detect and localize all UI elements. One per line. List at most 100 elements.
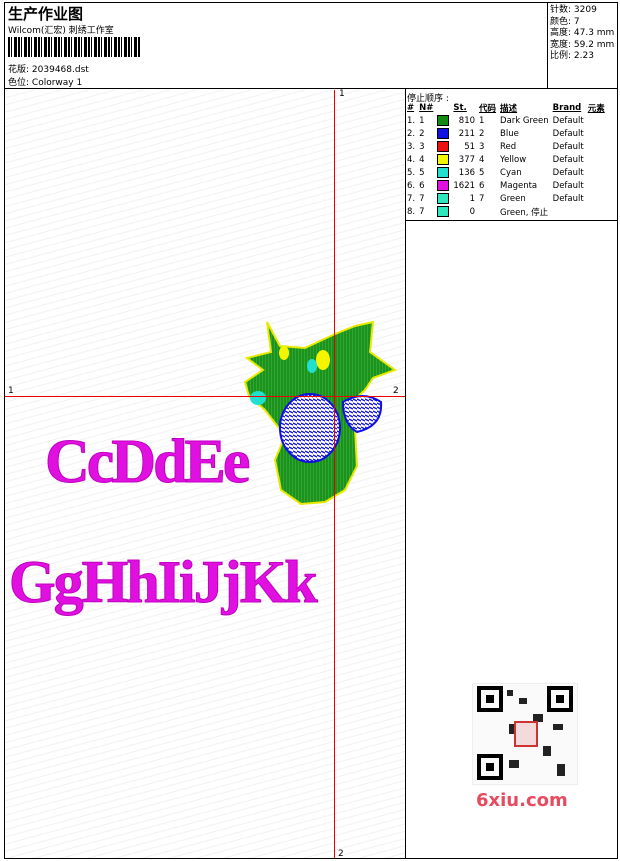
col-st: St. xyxy=(453,102,467,113)
row-code: 3 xyxy=(479,141,485,152)
row-description: Cyan xyxy=(500,167,522,178)
row-code xyxy=(477,205,498,218)
row-needle: 7 xyxy=(419,206,425,217)
colorway-label: 色位: xyxy=(8,78,30,88)
row-code: 4 xyxy=(479,154,485,165)
row-brand: Default xyxy=(552,128,584,139)
row-stitches: 1621 xyxy=(453,180,476,191)
row-description: Green, 停止 xyxy=(500,207,549,218)
row-swatch xyxy=(435,114,451,127)
row-description: Blue xyxy=(500,128,519,139)
page-title: 生产作业图 xyxy=(8,5,84,23)
table-row: 1. 1 810 1 Dark Green Default xyxy=(405,114,607,127)
marker-right: 2 xyxy=(393,386,399,396)
watermark-logo: 6xiu.com xyxy=(476,790,568,811)
color-swatch xyxy=(437,167,450,178)
letters-line-2: GgHhIiJjKk xyxy=(9,549,318,615)
row-stitches: 810 xyxy=(458,115,476,126)
color-swatch xyxy=(437,128,450,139)
row-code: 5 xyxy=(479,167,485,178)
row-swatch xyxy=(435,192,451,205)
stop-order-table: # N# St. 代码 描述 Brand 元素 1. 1 810 1 Dark Gree… xyxy=(405,101,607,218)
color-swatch xyxy=(437,206,450,217)
row-brand: Default xyxy=(552,154,584,165)
marker-left: 1 xyxy=(8,386,14,396)
nose-cyan xyxy=(250,391,266,405)
row-swatch xyxy=(435,166,451,179)
row-needle: 7 xyxy=(419,193,425,204)
table-header: # N# St. 代码 描述 Brand 元素 xyxy=(405,101,607,114)
col-code: 代码 xyxy=(479,103,497,114)
horn-yellow xyxy=(279,346,289,360)
col-desc: 描述 xyxy=(500,103,518,114)
color-swatch xyxy=(437,154,450,165)
table-row: 5. 5 136 5 Cyan Default xyxy=(405,166,607,179)
row-needle: 4 xyxy=(419,154,425,165)
design-ratio: 比例: 2.23 xyxy=(550,51,594,61)
row-swatch xyxy=(435,140,451,153)
row-needle: 2 xyxy=(419,128,425,139)
col-hash: # xyxy=(407,102,415,113)
eye-cyan xyxy=(307,359,317,373)
marker-top: 1 xyxy=(339,89,345,99)
qr-code xyxy=(472,683,578,785)
color-swatch xyxy=(437,141,450,152)
row-stitches: 51 xyxy=(464,141,476,152)
color-swatch xyxy=(437,115,450,126)
row-description: Dark Green xyxy=(500,115,549,126)
marker-bottom: 2 xyxy=(338,849,344,859)
barcode xyxy=(8,37,141,57)
row-brand: Default xyxy=(552,180,584,191)
row-index: 8. xyxy=(407,206,416,217)
row-stitches: 0 xyxy=(469,206,476,217)
row-index: 1. xyxy=(407,115,416,126)
row-index: 4. xyxy=(407,154,416,165)
row-index: 3. xyxy=(407,141,416,152)
row-index: 6. xyxy=(407,180,416,191)
row-code: 6 xyxy=(479,180,485,191)
header-divider xyxy=(4,88,618,89)
colorway-row: 色位: Colorway 1 xyxy=(8,75,82,88)
row-swatch xyxy=(435,153,451,166)
color-swatch xyxy=(437,193,450,204)
row-stitches: 377 xyxy=(458,154,476,165)
design-file-row: 花版: 2039468.dst xyxy=(8,62,89,75)
embroidery-artwork: CcDdEe GgHhIiJjKk xyxy=(9,320,398,616)
table-divider xyxy=(405,220,618,221)
row-swatch xyxy=(435,127,451,140)
row-element xyxy=(586,153,607,166)
row-index: 5. xyxy=(407,167,416,178)
eye-yellow xyxy=(316,350,330,370)
row-description: Yellow xyxy=(500,154,527,165)
row-swatch xyxy=(435,205,451,218)
row-brand xyxy=(551,205,586,218)
col-swatch xyxy=(435,101,451,114)
row-element xyxy=(586,166,607,179)
row-element xyxy=(586,114,607,127)
table-row: 3. 3 51 3 Red Default xyxy=(405,140,607,153)
color-count: 颜色: 7 xyxy=(550,16,580,27)
row-swatch xyxy=(435,179,451,192)
row-brand: Default xyxy=(552,167,584,178)
row-needle: 6 xyxy=(419,180,425,191)
blue-belly xyxy=(279,393,341,463)
row-brand: Default xyxy=(552,141,584,152)
row-stitches: 211 xyxy=(458,128,476,139)
stitch-count: 针数: 3209 xyxy=(550,5,597,15)
color-swatch xyxy=(437,180,450,191)
table-row: 2. 2 211 2 Blue Default xyxy=(405,127,607,140)
row-brand: Default xyxy=(552,115,584,126)
row-code: 2 xyxy=(479,128,485,139)
creature-figure xyxy=(243,320,398,506)
row-element xyxy=(586,205,607,218)
stats-panel: 针数: 3209 颜色: 7 高度: 47.3 mm 宽度: 59.2 mm 比… xyxy=(550,5,614,63)
row-needle: 1 xyxy=(419,115,425,126)
row-element xyxy=(586,140,607,153)
row-description: Magenta xyxy=(500,180,538,191)
studio-name: Wilcom(汇宏) 刺绣工作室 xyxy=(8,26,114,36)
row-description: Red xyxy=(500,141,517,152)
table-row: 7. 7 1 7 Green Default xyxy=(405,192,607,205)
row-index: 7. xyxy=(407,193,416,204)
table-row: 8. 7 0 Green, 停止 xyxy=(405,205,607,218)
row-description: Green xyxy=(500,193,526,204)
